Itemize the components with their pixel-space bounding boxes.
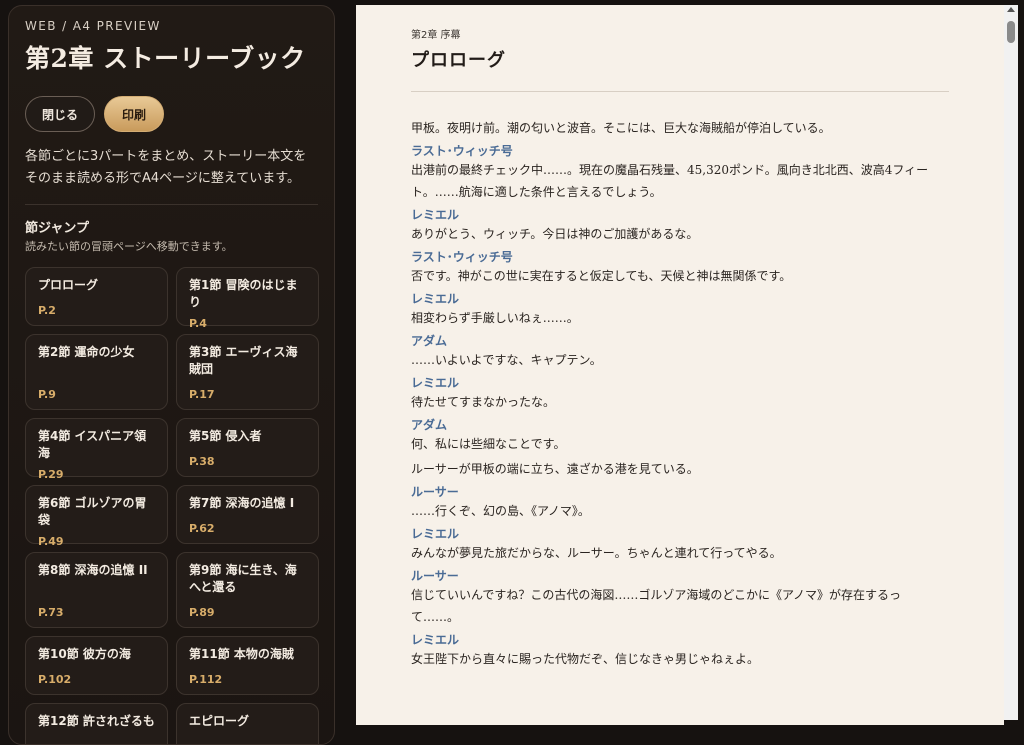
section-card-page: P.112 bbox=[189, 673, 223, 686]
section-card-epilogue[interactable]: エピローグ bbox=[176, 703, 319, 744]
section-card-title: 第1節 冒険のはじまり bbox=[189, 278, 298, 309]
section-card-1[interactable]: 第1節 冒険のはじまり P.4 bbox=[176, 267, 319, 330]
dialogue-line: ……いよいよですな、キャプテン。 bbox=[411, 353, 602, 367]
speaker-name: ルーサー bbox=[411, 569, 459, 583]
section-card-8[interactable]: 第8節 深海の追憶 II P.73 bbox=[25, 552, 168, 628]
section-card-2[interactable]: 第2節 運命の少女 P.9 bbox=[25, 334, 168, 410]
section-jump-grid: プロローグ P.2 第1節 冒険のはじまり P.4 第2節 運命の少女 P.9 … bbox=[25, 267, 319, 744]
section-jump-subtitle: 読みたい節の冒頭ページへ移動できます。 bbox=[25, 240, 233, 253]
section-card-title: 第5節 侵入者 bbox=[189, 429, 262, 443]
section-card-5[interactable]: 第5節 侵入者 P.38 bbox=[176, 418, 319, 477]
section-card-page: P.4 bbox=[189, 317, 207, 330]
scroll-up-arrow-icon[interactable] bbox=[1007, 7, 1015, 12]
page-title-rule bbox=[411, 91, 949, 92]
section-card-page: P.49 bbox=[38, 535, 64, 548]
section-card-3[interactable]: 第3節 エーヴィス海賊団 P.17 bbox=[176, 334, 319, 410]
dialogue-line: ……行くぞ、幻の島、《アノマ》。 bbox=[411, 504, 590, 518]
speaker-name: アダム bbox=[411, 334, 448, 348]
section-jump-title: 節ジャンプ bbox=[25, 221, 89, 236]
sidebar-divider bbox=[25, 204, 318, 205]
book-title: 第2章 ストーリーブック bbox=[25, 44, 306, 73]
section-card-title: 第12節 許されざるも bbox=[38, 714, 155, 728]
section-card-10[interactable]: 第10節 彼方の海 P.102 bbox=[25, 636, 168, 695]
dialogue-group-1: ラスト･ウィッチ号 出港前の最終チェック中……。現在の魔晶石残量、45,320ポ… bbox=[411, 143, 949, 455]
section-card-11[interactable]: 第11節 本物の海賊 P.112 bbox=[176, 636, 319, 695]
dialogue-line: ありがとう、ウィッチ。今日は神のご加護があるな。 bbox=[411, 227, 699, 241]
section-card-4[interactable]: 第4節 イスパニア領海 P.29 bbox=[25, 418, 168, 481]
book-description: 各節ごとに3パートをまとめ、ストーリー本文をそのまま読める形でA4ページに整えて… bbox=[25, 149, 307, 186]
section-card-12[interactable]: 第12節 許されざるも bbox=[25, 703, 168, 744]
section-card-page: P.102 bbox=[38, 673, 72, 686]
section-card-page: P.73 bbox=[38, 606, 64, 619]
speaker-name: レミエル bbox=[411, 292, 460, 306]
section-card-title: 第7節 深海の追憶 I bbox=[189, 496, 295, 510]
page-scrollbar[interactable] bbox=[1004, 5, 1018, 720]
section-card-title: 第10節 彼方の海 bbox=[38, 647, 131, 661]
a4-page-preview: 第2章 序幕 プロローグ 甲板。夜明け前。潮の匂いと波音。そこには、巨大な海賊船… bbox=[356, 5, 1004, 725]
narration: 甲板。夜明け前。潮の匂いと波音。そこには、巨大な海賊船が停泊している。 bbox=[411, 121, 831, 135]
print-button[interactable]: 印刷 bbox=[104, 96, 164, 132]
dialogue-line: 信じていいんですね？この古代の海図……ゴルゾア海域のどこかに《アノマ》が存在する… bbox=[411, 588, 901, 624]
section-card-title: 第4節 イスパニア領海 bbox=[38, 429, 147, 460]
speaker-name: レミエル bbox=[411, 527, 460, 541]
chapter-label: 第2章 序幕 bbox=[411, 30, 461, 41]
dialogue-line: 相変わらず手厳しいねぇ……。 bbox=[411, 311, 579, 325]
speaker-name: ルーサー bbox=[411, 485, 459, 499]
section-card-page: P.2 bbox=[38, 304, 56, 317]
speaker-name: ラスト･ウィッチ号 bbox=[411, 144, 513, 158]
section-card-page: P.38 bbox=[189, 455, 215, 468]
section-card-title: 第6節 ゴルゾアの胃袋 bbox=[38, 496, 147, 527]
section-card-7[interactable]: 第7節 深海の追憶 I P.62 bbox=[176, 485, 319, 544]
section-card-title: 第11節 本物の海賊 bbox=[189, 647, 294, 661]
speaker-name: レミエル bbox=[411, 208, 460, 222]
dialogue-line: みんなが夢見た旅だからな、ルーサー。ちゃんと連れて行ってやる。 bbox=[411, 546, 782, 560]
scrollbar-thumb[interactable] bbox=[1007, 21, 1015, 43]
section-card-title: 第3節 エーヴィス海賊団 bbox=[189, 345, 298, 376]
speaker-name: レミエル bbox=[411, 376, 460, 390]
narration: ルーサーが甲板の端に立ち、遠ざかる港を見ている。 bbox=[411, 462, 699, 476]
section-card-page: P.89 bbox=[189, 606, 215, 619]
section-card-page: P.29 bbox=[38, 468, 64, 481]
section-card-title: プロローグ bbox=[38, 278, 99, 292]
section-card-page: P.17 bbox=[189, 388, 215, 401]
section-card-page: P.62 bbox=[189, 522, 215, 535]
dialogue-line: 出港前の最終チェック中……。現在の魔晶石残量、45,320ポンド。風向き北北西、… bbox=[411, 163, 929, 199]
section-card-page: P.9 bbox=[38, 388, 56, 401]
section-card-prologue[interactable]: プロローグ P.2 bbox=[25, 267, 168, 326]
section-card-9[interactable]: 第9節 海に生き、海へと還る P.89 bbox=[176, 552, 319, 628]
preview-kicker: WEB / A4 PREVIEW bbox=[25, 19, 161, 33]
section-card-title: 第9節 海に生き、海へと還る bbox=[189, 563, 297, 594]
sidebar-panel: WEB / A4 PREVIEW 第2章 ストーリーブック 閉じる 印刷 各節ご… bbox=[8, 5, 335, 745]
dialogue-line: 待たせてすまなかったな。 bbox=[411, 395, 556, 409]
dialogue-line: 否です。神がこの世に実在すると仮定しても、天候と神は無関係です。 bbox=[411, 269, 792, 283]
close-button[interactable]: 閉じる bbox=[25, 96, 95, 132]
dialogue-line: 女王陛下から直々に賜った代物だぞ、信じなきゃ男じゃねぇよ。 bbox=[411, 652, 760, 666]
section-card-6[interactable]: 第6節 ゴルゾアの胃袋 P.49 bbox=[25, 485, 168, 548]
section-card-title: 第8節 深海の追憶 II bbox=[38, 563, 148, 577]
dialogue-group-2: ルーサー ……行くぞ、幻の島、《アノマ》。 レミエル みんなが夢見た旅だからな、… bbox=[411, 484, 949, 670]
dialogue-line: 何、私には些細なことです。 bbox=[411, 437, 566, 451]
speaker-name: ラスト･ウィッチ号 bbox=[411, 250, 513, 264]
section-card-title: 第2節 運命の少女 bbox=[38, 345, 135, 359]
section-card-title: エピローグ bbox=[189, 714, 250, 728]
page-title: プロローグ bbox=[411, 50, 506, 71]
action-buttons: 閉じる 印刷 bbox=[25, 96, 318, 132]
speaker-name: レミエル bbox=[411, 633, 460, 647]
speaker-name: アダム bbox=[411, 418, 448, 432]
